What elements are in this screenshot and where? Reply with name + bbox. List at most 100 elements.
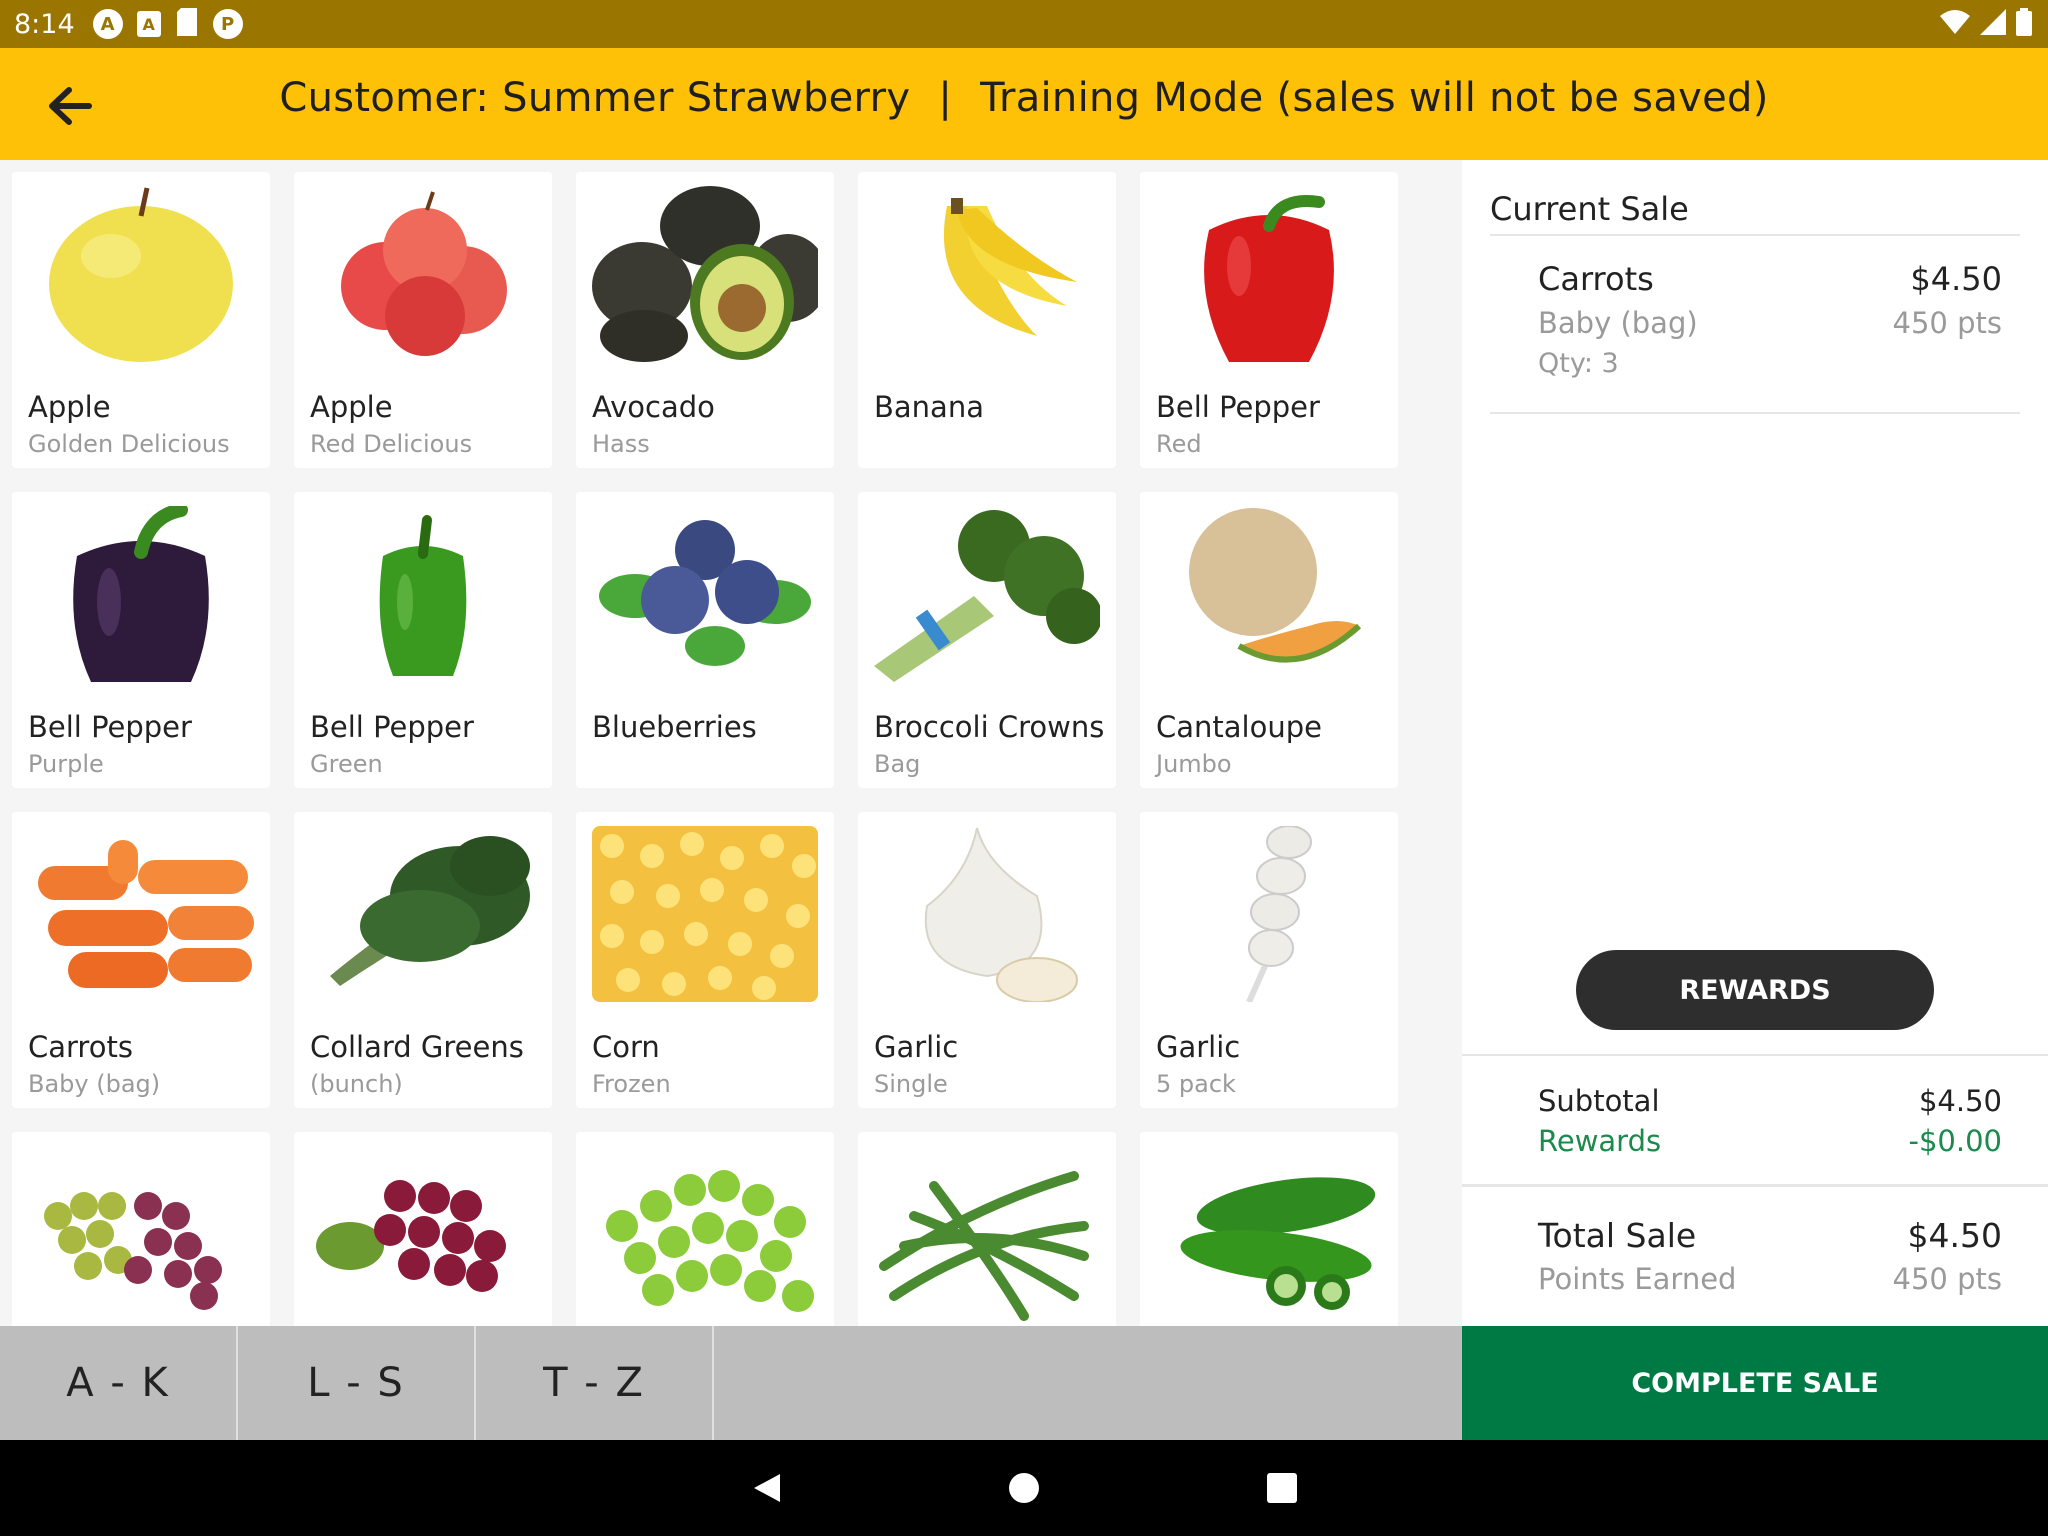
alphabet-tab-bar: A - K L - S T - Z bbox=[0, 1326, 1462, 1440]
sd-card-icon bbox=[175, 8, 199, 40]
product-variant: Green bbox=[310, 750, 383, 778]
red-pepper-image bbox=[1156, 186, 1382, 362]
product-card[interactable]: Garlic 5 pack bbox=[1140, 812, 1398, 1108]
corn-image bbox=[592, 826, 818, 1002]
product-variant: 5 pack bbox=[1156, 1070, 1236, 1098]
product-variant: (bunch) bbox=[310, 1070, 403, 1098]
golden-apple-image bbox=[28, 186, 254, 362]
cantaloupe-image bbox=[1156, 506, 1382, 682]
points-earned-label: Points Earned bbox=[1538, 1262, 1737, 1296]
red-apple-image bbox=[310, 186, 536, 362]
product-name: Bell Pepper bbox=[28, 710, 192, 744]
battery-icon bbox=[2016, 8, 2032, 40]
product-variant: Red Delicious bbox=[310, 430, 473, 458]
collard-greens-image bbox=[310, 826, 536, 1002]
product-variant: Purple bbox=[28, 750, 104, 778]
green-pepper-image bbox=[310, 506, 536, 682]
product-name: Bell Pepper bbox=[1156, 390, 1320, 424]
avocado-image bbox=[592, 186, 818, 362]
header-separator: | bbox=[938, 75, 953, 121]
divider bbox=[1462, 1054, 2048, 1056]
line-item-price: $4.50 bbox=[1910, 260, 2002, 298]
product-card[interactable]: Garlic Single bbox=[858, 812, 1116, 1108]
purple-pepper-image bbox=[28, 506, 254, 682]
rewards-label: Rewards bbox=[1538, 1124, 1662, 1158]
rewards-button[interactable]: REWARDS bbox=[1576, 950, 1934, 1030]
product-variant: Bag bbox=[874, 750, 921, 778]
product-variant: Single bbox=[874, 1070, 948, 1098]
notification-font-icon: A bbox=[136, 11, 161, 37]
green-grapes-image bbox=[592, 1146, 818, 1322]
carrots-image bbox=[28, 826, 254, 1002]
red-grapes-image bbox=[310, 1146, 536, 1322]
nav-home-icon[interactable] bbox=[1006, 1470, 1042, 1506]
current-sale-panel: Current Sale Carrots $4.50 Baby (bag) 45… bbox=[1462, 160, 2048, 1326]
total-value: $4.50 bbox=[1907, 1216, 2002, 1255]
product-card[interactable]: Bell Pepper Purple bbox=[12, 492, 270, 788]
product-grid: Apple Golden Delicious Apple Red Delicio… bbox=[0, 160, 1462, 1326]
product-name: Carrots bbox=[28, 1030, 133, 1064]
arrow-left-icon bbox=[49, 87, 92, 125]
product-variant: Red bbox=[1156, 430, 1202, 458]
tab-l-s[interactable]: L - S bbox=[238, 1326, 476, 1440]
product-card[interactable]: Blueberries bbox=[576, 492, 834, 788]
product-variant: Jumbo bbox=[1156, 750, 1232, 778]
product-name: Corn bbox=[592, 1030, 660, 1064]
product-card[interactable] bbox=[294, 1132, 552, 1326]
line-item-name: Carrots bbox=[1538, 260, 1654, 298]
status-time: 8:14 bbox=[14, 8, 75, 40]
product-card[interactable]: Apple Red Delicious bbox=[294, 172, 552, 468]
customer-name: Customer: Summer Strawberry bbox=[279, 75, 911, 121]
product-name: Apple bbox=[310, 390, 393, 424]
divider bbox=[1490, 412, 2020, 414]
sale-line-item[interactable]: Carrots $4.50 Baby (bag) 450 pts Qty: 3 bbox=[1538, 260, 2002, 380]
wifi-icon bbox=[1940, 10, 1970, 38]
product-card[interactable]: Cantaloupe Jumbo bbox=[1140, 492, 1398, 788]
notification-p-icon: P bbox=[212, 9, 243, 39]
line-item-qty: Qty: 3 bbox=[1538, 348, 1619, 379]
tab-a-k[interactable]: A - K bbox=[0, 1326, 238, 1440]
complete-sale-button[interactable]: COMPLETE SALE bbox=[1462, 1326, 2048, 1440]
app-header: Customer: Summer Strawberry | Training M… bbox=[0, 48, 2048, 160]
blueberries-image bbox=[592, 506, 818, 682]
product-name: Banana bbox=[874, 390, 984, 424]
current-sale-heading: Current Sale bbox=[1490, 190, 1689, 228]
subtotal-value: $4.50 bbox=[1918, 1084, 2002, 1118]
product-card[interactable]: Carrots Baby (bag) bbox=[12, 812, 270, 1108]
product-name: Apple bbox=[28, 390, 111, 424]
line-item-variant: Baby (bag) bbox=[1538, 306, 1698, 340]
product-card[interactable] bbox=[1140, 1132, 1398, 1326]
back-button[interactable] bbox=[40, 78, 100, 134]
product-card[interactable] bbox=[12, 1132, 270, 1326]
product-card[interactable]: Banana bbox=[858, 172, 1116, 468]
product-card[interactable]: Corn Frozen bbox=[576, 812, 834, 1108]
signal-icon bbox=[1980, 9, 2006, 39]
product-name: Avocado bbox=[592, 390, 715, 424]
product-variant: Hass bbox=[592, 430, 650, 458]
tab-t-z[interactable]: T - Z bbox=[476, 1326, 714, 1440]
nav-recents-icon[interactable] bbox=[1264, 1470, 1300, 1506]
product-variant: Baby (bag) bbox=[28, 1070, 161, 1098]
garlic-image bbox=[874, 826, 1100, 1002]
product-name: Broccoli Crowns bbox=[874, 710, 1105, 744]
product-card[interactable] bbox=[576, 1132, 834, 1326]
product-card[interactable]: Bell Pepper Red bbox=[1140, 172, 1398, 468]
product-name: Garlic bbox=[1156, 1030, 1241, 1064]
status-bar: 8:14 A A P bbox=[0, 0, 2048, 48]
product-card[interactable] bbox=[858, 1132, 1116, 1326]
product-card[interactable]: Avocado Hass bbox=[576, 172, 834, 468]
green-beans-image bbox=[874, 1146, 1100, 1322]
product-card[interactable]: Collard Greens (bunch) bbox=[294, 812, 552, 1108]
training-mode-label: Training Mode (sales will not be saved) bbox=[980, 75, 1769, 121]
divider bbox=[1490, 234, 2020, 236]
divider bbox=[1462, 1184, 2048, 1187]
header-title: Customer: Summer Strawberry | Training M… bbox=[0, 48, 2048, 148]
product-card[interactable]: Broccoli Crowns Bag bbox=[858, 492, 1116, 788]
jalapeno-image bbox=[1156, 1146, 1382, 1322]
product-card[interactable]: Bell Pepper Green bbox=[294, 492, 552, 788]
total-label: Total Sale bbox=[1538, 1216, 1697, 1255]
product-name: Blueberries bbox=[592, 710, 757, 744]
product-card[interactable]: Apple Golden Delicious bbox=[12, 172, 270, 468]
broccoli-image bbox=[874, 506, 1100, 682]
nav-back-icon[interactable] bbox=[750, 1470, 786, 1506]
